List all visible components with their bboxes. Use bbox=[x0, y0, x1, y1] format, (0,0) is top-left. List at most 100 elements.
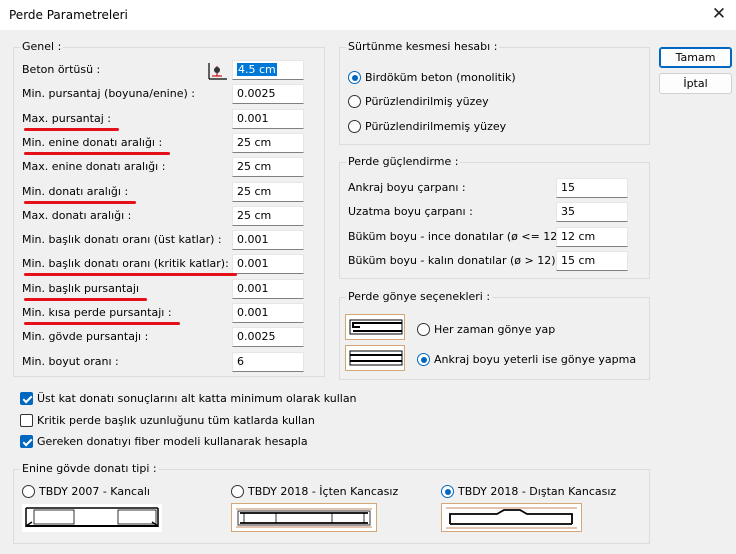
genel-row-value: 6 bbox=[237, 354, 244, 368]
genel-row: Min. pursantaj (boyuna/enine) : 0.0025 bbox=[22, 84, 322, 105]
genel-row: Min. kısa perde pursantajı : 0.001 bbox=[22, 303, 322, 325]
guclendirme-legend: Perde güçlendirme : bbox=[346, 155, 461, 169]
guclendirme-group: Perde güçlendirme : Ankraj boyu çarpanı … bbox=[339, 155, 650, 279]
genel-row-input[interactable]: 0.001 bbox=[232, 278, 304, 299]
checkbox-indicator bbox=[20, 435, 33, 448]
radio-indicator bbox=[441, 485, 454, 498]
genel-row-value: 25 cm bbox=[237, 184, 272, 198]
radio-puruzlu[interactable]: Pürüzlendirilmiş yüzey bbox=[348, 95, 489, 108]
guclendirme-row-label: Büküm boyu - ince donatılar (ø <= 12) : bbox=[348, 229, 569, 243]
genel-row-input[interactable]: 4.5 cm bbox=[232, 60, 304, 80]
guclendirme-row-value: 12 cm bbox=[561, 229, 596, 243]
close-icon[interactable]: ✕ bbox=[708, 3, 730, 25]
genel-legend: Genel : bbox=[20, 40, 64, 54]
genel-row: Beton örtüsü : 4.5 cm bbox=[22, 60, 322, 80]
checkbox-ust-kat[interactable]: Üst kat donatı sonuçlarını alt katta min… bbox=[20, 392, 357, 405]
genel-row: Min. başlık donatı oranı (üst katlar) : 0… bbox=[22, 230, 322, 251]
guclendirme-row-value: 15 cm bbox=[561, 253, 596, 267]
radio-tbdy2007[interactable]: TBDY 2007 - Kancalı bbox=[22, 485, 150, 498]
surtunme-legend: Sürtünme kesmesi hesabı : bbox=[346, 40, 500, 54]
genel-row-input[interactable]: 25 cm bbox=[232, 181, 304, 202]
cover-icon[interactable] bbox=[206, 61, 230, 83]
guclendirme-row: Büküm boyu - kalın donatılar (ø > 12) :1… bbox=[348, 250, 644, 271]
radio-gonye-yapma[interactable]: Ankraj boyu yeterli ise gönye yapma bbox=[417, 353, 636, 366]
radio-indicator bbox=[231, 485, 244, 498]
genel-row-input[interactable]: 0.001 bbox=[232, 230, 304, 251]
genel-row-label: Min. başlık donatı oranı (üst katlar) : bbox=[22, 233, 222, 247]
enine-legend: Enine gövde donatı tipi : bbox=[20, 462, 159, 476]
surtunme-group: Sürtünme kesmesi hesabı : Birdöküm beton… bbox=[339, 40, 650, 145]
genel-row-input[interactable]: 0.001 bbox=[232, 108, 304, 129]
radio-monolitik[interactable]: Birdöküm beton (monolitik) bbox=[348, 71, 516, 84]
annotation-underline bbox=[24, 297, 147, 301]
radio-tbdy2018-distan[interactable]: TBDY 2018 - Dıştan Kancasız bbox=[441, 485, 616, 498]
genel-row-value: 4.5 cm bbox=[237, 63, 277, 76]
genel-group: Genel : Beton örtüsü : 4.5 cm Min. pursant… bbox=[13, 40, 325, 377]
genel-row-value: 0.001 bbox=[237, 257, 269, 271]
genel-row-label: Beton örtüsü : bbox=[22, 63, 101, 76]
checkbox-fiber-model[interactable]: Gereken donatıyı fiber modeli kullanarak… bbox=[20, 435, 308, 448]
genel-row-value: 0.001 bbox=[237, 233, 269, 247]
genel-row-label: Min. donatı aralığı : bbox=[22, 184, 129, 198]
guclendirme-row-label: Büküm boyu - kalın donatılar (ø > 12) : bbox=[348, 253, 563, 267]
guclendirme-row-label: Ankraj boyu çarpanı : bbox=[348, 181, 466, 194]
radio-indicator bbox=[348, 71, 361, 84]
guclendirme-row-value: 15 bbox=[561, 181, 575, 194]
guclendirme-row-input[interactable]: 15 cm bbox=[556, 250, 628, 271]
genel-row-input[interactable]: 0.0025 bbox=[232, 327, 304, 348]
genel-row-input[interactable]: 6 bbox=[232, 351, 304, 372]
genel-row-input[interactable]: 25 cm bbox=[232, 205, 304, 226]
genel-row-label: Min. boyut oranı : bbox=[22, 354, 119, 368]
window-title: Perde Parametreleri bbox=[9, 8, 128, 22]
genel-row-value: 0.0025 bbox=[237, 330, 276, 344]
genel-row-value: 0.0025 bbox=[237, 87, 276, 101]
checkbox-indicator bbox=[20, 414, 33, 427]
annotation-underline bbox=[24, 322, 180, 325]
guclendirme-row: Ankraj boyu çarpanı : 15 bbox=[348, 178, 644, 198]
genel-row-label: Max. enine donatı aralığı : bbox=[22, 160, 166, 174]
inner-unhooked-detail-icon bbox=[231, 503, 377, 532]
radio-indicator bbox=[348, 120, 361, 133]
gonye-legend: Perde gönye seçenekleri : bbox=[346, 290, 493, 304]
genel-row-value: 0.001 bbox=[237, 111, 269, 125]
genel-row: Min. enine donatı aralığı : 25 cm bbox=[22, 132, 322, 155]
genel-row: Max. donatı aralığı : 25 cm bbox=[22, 205, 322, 226]
genel-row: Min. donatı aralığı : 25 cm bbox=[22, 181, 322, 204]
genel-row-input[interactable]: 25 cm bbox=[232, 132, 304, 153]
radio-indicator bbox=[22, 485, 35, 498]
guclendirme-row: Büküm boyu - ince donatılar (ø <= 12) :1… bbox=[348, 226, 644, 247]
genel-row-input[interactable]: 0.0025 bbox=[232, 84, 304, 105]
radio-indicator bbox=[417, 353, 430, 366]
genel-row-value: 25 cm bbox=[237, 208, 272, 222]
genel-row: Min. başlık pursantajı 0.001 bbox=[22, 278, 322, 301]
genel-row: Min. boyut oranı : 6 bbox=[22, 351, 322, 372]
guclendirme-row-input[interactable]: 12 cm bbox=[556, 226, 628, 247]
genel-row-value: 0.001 bbox=[237, 281, 269, 295]
checkbox-indicator bbox=[20, 392, 33, 405]
radio-tbdy2018-icten[interactable]: TBDY 2018 - İçten Kancasız bbox=[231, 485, 398, 498]
guclendirme-row: Uzatma boyu çarpanı : 35 bbox=[348, 202, 644, 223]
annotation-underline bbox=[24, 127, 119, 131]
genel-row-input[interactable]: 0.001 bbox=[232, 254, 304, 275]
radio-puruzsuz[interactable]: Pürüzlendirilmemiş yüzey bbox=[348, 120, 506, 133]
genel-row-label: Max. pursantaj : bbox=[22, 111, 111, 125]
cancel-button[interactable]: İptal bbox=[659, 73, 732, 94]
genel-row-input[interactable]: 0.001 bbox=[232, 303, 304, 323]
outer-unhooked-detail-icon bbox=[441, 503, 582, 532]
checkbox-kritik-baslik[interactable]: Kritik perde başlık uzunluğunu tüm katla… bbox=[20, 414, 315, 427]
guclendirme-row-input[interactable]: 15 bbox=[556, 178, 628, 198]
radio-indicator bbox=[348, 95, 361, 108]
ok-button[interactable]: Tamam bbox=[659, 47, 732, 68]
genel-row-label: Max. donatı aralığı : bbox=[22, 208, 132, 222]
genel-row-label: Min. başlık donatı oranı (kritik katlar)… bbox=[22, 257, 229, 271]
annotation-underline bbox=[24, 151, 170, 155]
guclendirme-row-input[interactable]: 35 bbox=[556, 202, 628, 223]
genel-row: Min. başlık donatı oranı (kritik katlar)… bbox=[22, 254, 322, 277]
genel-row-label: Min. başlık pursantajı bbox=[22, 281, 140, 295]
title-bar: Perde Parametreleri ✕ bbox=[0, 0, 736, 30]
radio-indicator bbox=[417, 323, 430, 336]
genel-row-input[interactable]: 25 cm bbox=[232, 157, 304, 178]
radio-her-zaman-gonye[interactable]: Her zaman gönye yap bbox=[417, 323, 555, 336]
genel-row-value: 0.001 bbox=[237, 306, 269, 319]
gonye-group: Perde gönye seçenekleri : Her zaman göny… bbox=[339, 290, 650, 380]
